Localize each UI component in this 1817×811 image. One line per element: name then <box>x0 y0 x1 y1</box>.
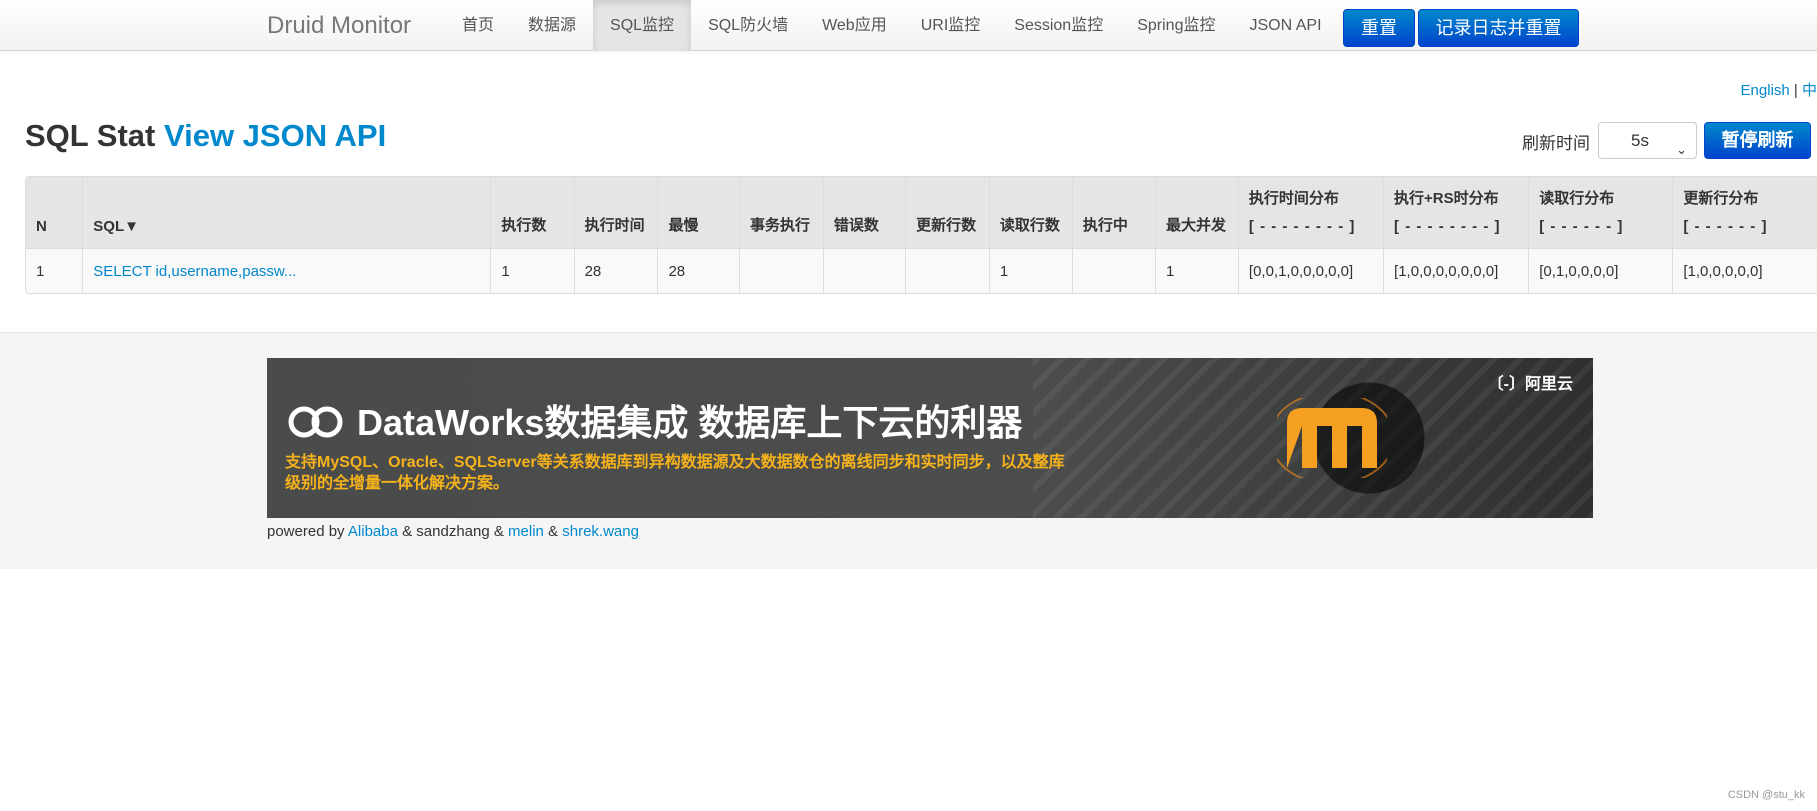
cell-n: 1 <box>26 247 83 293</box>
col-header-read-dist-sub: [ - - - - - - ] <box>1539 217 1624 235</box>
nav-item-home[interactable]: 首页 <box>445 0 511 51</box>
powered-by-sep1: & sandzhang & <box>397 523 509 540</box>
language-switcher: English | 中 <box>1741 79 1817 100</box>
language-english-link[interactable]: English <box>1741 82 1790 99</box>
cell-sql: SELECT id,username,passw... <box>82 247 491 293</box>
page-title-text: SQL Stat <box>25 118 156 153</box>
dataworks-ad-banner[interactable]: 〔-〕阿里云 DataWorks数据集成 数据库上下云的利器 支持MySQL、O… <box>267 358 1593 518</box>
cell-max-concurrent: 1 <box>1155 247 1239 293</box>
dataworks-logo-icon <box>288 406 343 438</box>
col-header-read-dist-label: 读取行分布 <box>1539 189 1615 207</box>
nav-item-sql-firewall[interactable]: SQL防火墙 <box>691 0 805 51</box>
col-header-errors[interactable]: 错误数 <box>822 177 906 248</box>
col-header-update-dist-label: 更新行分布 <box>1683 189 1759 207</box>
col-header-exec-count[interactable]: 执行数 <box>490 177 575 248</box>
sql-detail-link[interactable]: SELECT id,username,passw... <box>93 263 296 280</box>
refresh-interval-value: 5s <box>1631 131 1649 150</box>
page-title: SQL Stat View JSON API <box>25 118 386 154</box>
shrek-wang-link[interactable]: shrek.wang <box>562 523 639 540</box>
cell-update-rows <box>905 247 990 293</box>
alibaba-link[interactable]: Alibaba <box>348 523 398 540</box>
banner-headline: DataWorks数据集成 数据库上下云的利器 <box>287 394 1022 446</box>
col-header-sql[interactable]: SQL▼ <box>82 177 491 248</box>
apsara-chip-icon <box>1277 398 1387 478</box>
cell-slowest: 28 <box>657 247 740 293</box>
cell-exec-time: 28 <box>573 247 658 293</box>
col-header-exec-time-dist[interactable]: 执行时间分布 [ - - - - - - - - ] <box>1237 177 1384 248</box>
navbar: Druid Monitor 首页 数据源 SQL监控 SQL防火墙 Web应用 … <box>0 0 1817 51</box>
col-header-exec-time-dist-label: 执行时间分布 <box>1248 189 1339 207</box>
powered-by-label: powered by <box>267 523 345 540</box>
language-separator: | <box>1789 82 1802 99</box>
col-header-update-dist[interactable]: 更新行分布 [ - - - - - - ] <box>1672 177 1817 248</box>
nav-item-json-api[interactable]: JSON API <box>1232 0 1338 51</box>
col-header-max-concurrent[interactable]: 最大并发 <box>1155 177 1239 248</box>
reset-button[interactable]: 重置 <box>1343 9 1415 47</box>
cell-tx-exec <box>738 247 824 293</box>
language-chinese-link[interactable]: 中 <box>1802 82 1817 99</box>
cell-read-dist: [0,1,0,0,0,0] <box>1528 247 1673 293</box>
cell-read-rows: 1 <box>988 247 1073 293</box>
cell-running <box>1071 247 1156 293</box>
col-header-exec-rs-dist-sub: [ - - - - - - - - ] <box>1394 217 1501 235</box>
col-header-exec-time-dist-sub: [ - - - - - - - - ] <box>1248 217 1356 235</box>
nav-menu: 首页 数据源 SQL监控 SQL防火墙 Web应用 URI监控 Session监… <box>445 0 1339 51</box>
table-row: 1 SELECT id,username,passw... 1 28 28 1 … <box>26 247 1817 293</box>
banner-headline-text: DataWorks数据集成 数据库上下云的利器 <box>357 402 1023 443</box>
col-header-n[interactable]: N <box>26 177 83 248</box>
sql-stat-table: N SQL▼ 执行数 执行时间 最慢 事务执行 错误数 更新行数 读取行数 执行… <box>26 177 1817 293</box>
table-header-row: N SQL▼ 执行数 执行时间 最慢 事务执行 错误数 更新行数 读取行数 执行… <box>26 177 1817 248</box>
refresh-interval-select[interactable]: 5s ⌄ <box>1598 122 1697 159</box>
col-header-slowest[interactable]: 最慢 <box>657 177 740 248</box>
cell-update-dist: [1,0,0,0,0,0] <box>1672 247 1817 293</box>
col-header-exec-time[interactable]: 执行时间 <box>573 177 658 248</box>
col-header-running[interactable]: 执行中 <box>1071 177 1156 248</box>
col-header-read-rows[interactable]: 读取行数 <box>988 177 1073 248</box>
nav-item-web-app[interactable]: Web应用 <box>805 0 904 51</box>
nav-item-datasource[interactable]: 数据源 <box>511 0 593 51</box>
nav-item-session-monitor[interactable]: Session监控 <box>997 0 1120 51</box>
sql-stat-table-container: N SQL▼ 执行数 执行时间 最慢 事务执行 错误数 更新行数 读取行数 执行… <box>25 176 1817 294</box>
nav-item-sql-monitor[interactable]: SQL监控 <box>593 0 692 51</box>
powered-by: powered by Alibaba & sandzhang & melin &… <box>267 523 639 540</box>
col-header-exec-rs-dist-label: 执行+RS时分布 <box>1394 189 1499 207</box>
cell-errors <box>822 247 906 293</box>
cell-exec-rs-dist: [1,0,0,0,0,0,0,0] <box>1383 247 1529 293</box>
powered-by-sep2: & <box>543 523 563 540</box>
csdn-watermark: CSDN @stu_kk <box>1727 789 1805 801</box>
log-and-reset-button[interactable]: 记录日志并重置 <box>1418 9 1579 47</box>
chevron-down-icon: ⌄ <box>1676 142 1687 157</box>
nav-item-spring-monitor[interactable]: Spring监控 <box>1120 0 1232 51</box>
col-header-update-rows[interactable]: 更新行数 <box>905 177 990 248</box>
refresh-time-label: 刷新时间 <box>1522 134 1590 153</box>
cell-exec-time-dist: [0,0,1,0,0,0,0,0] <box>1237 247 1384 293</box>
footer: 〔-〕阿里云 DataWorks数据集成 数据库上下云的利器 支持MySQL、O… <box>0 332 1817 569</box>
col-header-update-dist-sub: [ - - - - - - ] <box>1683 217 1768 235</box>
banner-subtext: 支持MySQL、Oracle、SQLServer等关系数据库到异构数据源及大数据… <box>285 454 1065 492</box>
cell-exec-count: 1 <box>490 247 575 293</box>
view-json-api-link[interactable]: View JSON API <box>164 118 386 153</box>
col-header-tx-exec[interactable]: 事务执行 <box>738 177 824 248</box>
brand-title[interactable]: Druid Monitor <box>267 12 411 40</box>
nav-item-uri-monitor[interactable]: URI监控 <box>904 0 998 51</box>
pause-refresh-button[interactable]: 暂停刷新 <box>1704 122 1811 159</box>
aliyun-logo: 〔-〕阿里云 <box>1487 376 1573 393</box>
melin-link[interactable]: melin <box>508 523 544 540</box>
col-header-read-dist[interactable]: 读取行分布 [ - - - - - - ] <box>1528 177 1673 248</box>
col-header-exec-rs-dist[interactable]: 执行+RS时分布 [ - - - - - - - - ] <box>1383 177 1529 248</box>
